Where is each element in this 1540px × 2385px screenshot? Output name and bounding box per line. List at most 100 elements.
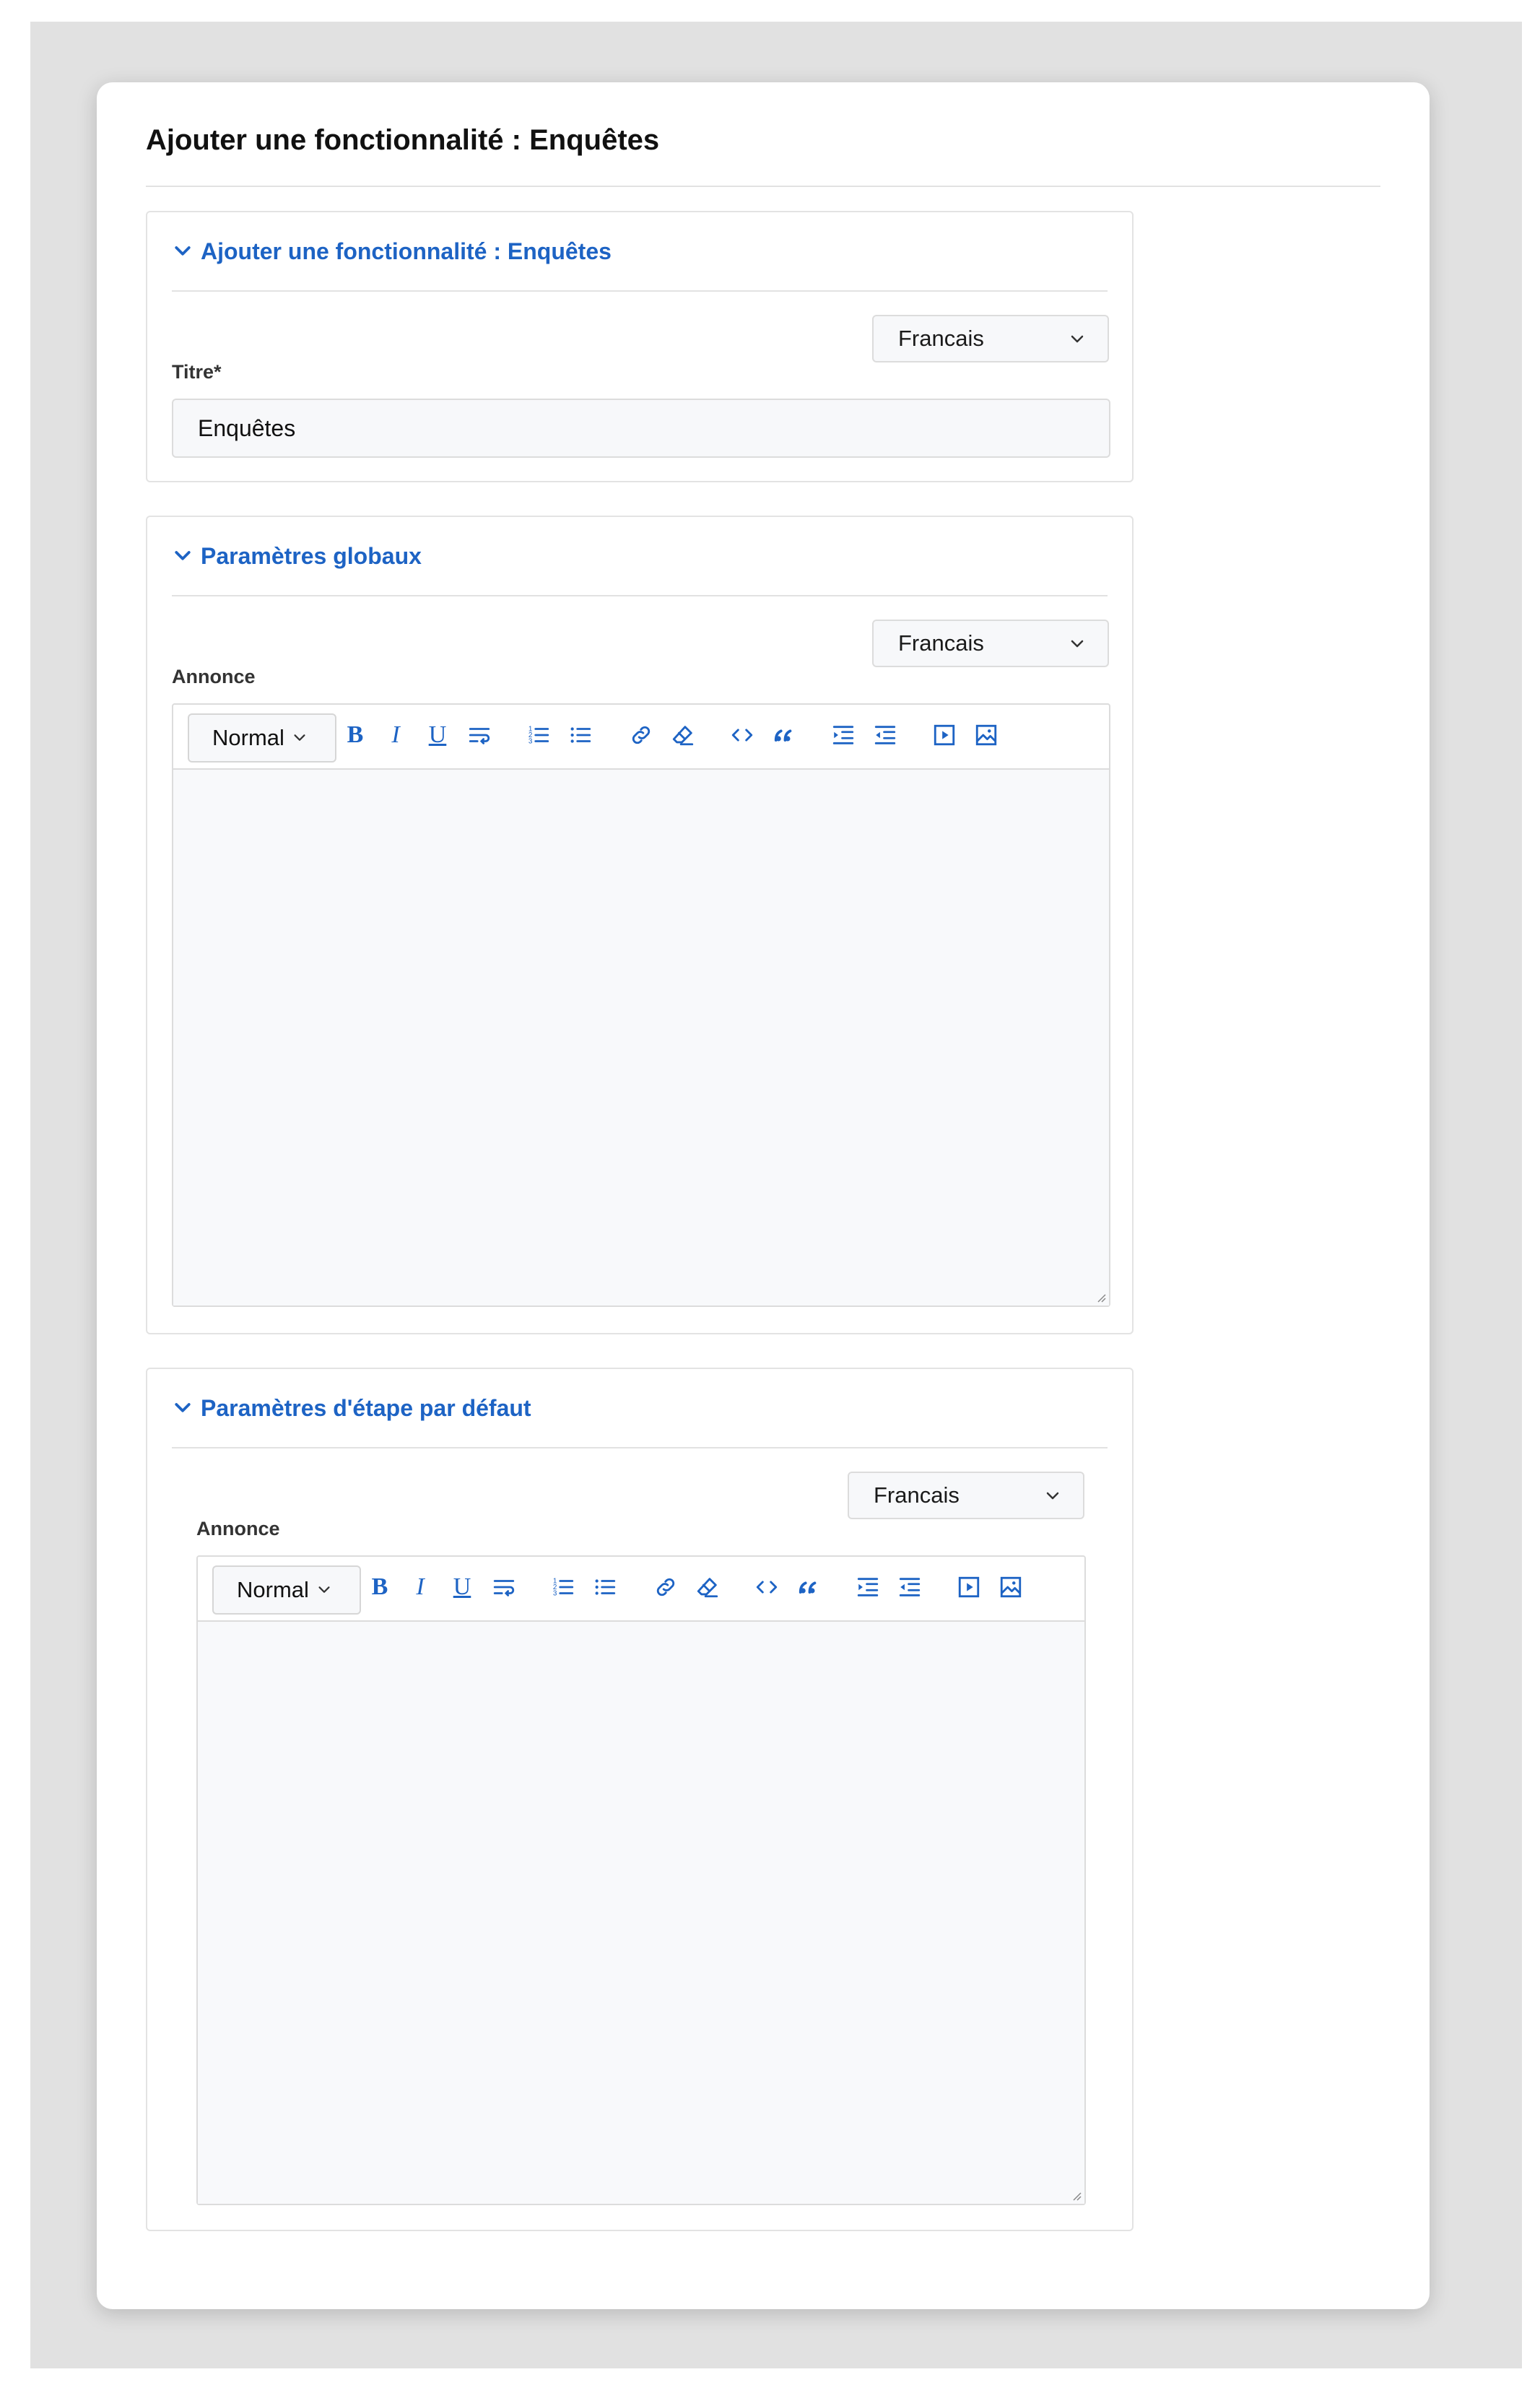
chevron-down-icon xyxy=(318,1586,330,1593)
underline-button[interactable]: U xyxy=(448,1573,477,1602)
outdent-button[interactable] xyxy=(895,1573,924,1602)
ordered-list-button[interactable]: 123 xyxy=(524,721,553,750)
italic-icon: I xyxy=(391,721,400,748)
indent-button[interactable] xyxy=(853,1573,882,1602)
italic-button[interactable]: I xyxy=(381,721,410,750)
bullet-list-icon xyxy=(595,1579,616,1595)
code-icon xyxy=(731,729,753,742)
clear-format-button[interactable] xyxy=(693,1573,722,1602)
bold-icon: B xyxy=(371,1573,388,1600)
blockquote-icon xyxy=(774,729,792,742)
blockquote-icon xyxy=(799,1581,817,1594)
strikethrough-wrap-button[interactable] xyxy=(465,721,494,750)
section-general-header[interactable]: Ajouter une fonctionnalité : Enquêtes xyxy=(172,212,1108,292)
language-select-value: Francais xyxy=(874,1482,960,1508)
language-select[interactable]: Francais xyxy=(872,315,1109,362)
outdent-icon xyxy=(899,1578,921,1596)
indent-button[interactable] xyxy=(829,721,858,750)
svg-text:3: 3 xyxy=(553,1589,557,1597)
announce-field-label: Annonce xyxy=(172,666,256,687)
clear-format-button[interactable] xyxy=(669,721,697,750)
ordered-list-button[interactable]: 123 xyxy=(549,1573,578,1602)
ordered-list-icon: 123 xyxy=(553,1577,574,1597)
language-select[interactable]: Francais xyxy=(848,1472,1084,1519)
format-select[interactable]: Normal xyxy=(212,1565,361,1615)
editor-toolbar: Normal B I U 1 2 3 xyxy=(198,1557,1084,1622)
link-button[interactable] xyxy=(651,1573,680,1602)
resize-grip-icon[interactable] xyxy=(1070,2189,1082,2201)
section-default-step-settings-title: Paramètres d'étape par défaut xyxy=(201,1394,531,1421)
italic-button[interactable]: I xyxy=(406,1573,435,1602)
italic-icon: I xyxy=(416,1573,425,1600)
chevron-down-icon xyxy=(175,1403,191,1412)
section-global-settings: Paramètres globaux Francais Annonce Norm… xyxy=(146,516,1134,1334)
format-select[interactable]: Normal xyxy=(188,713,336,763)
blockquote-button[interactable] xyxy=(794,1573,823,1602)
code-button[interactable] xyxy=(728,721,757,750)
strikethrough-wrap-button[interactable] xyxy=(490,1573,518,1602)
code-button[interactable] xyxy=(752,1573,781,1602)
image-button[interactable] xyxy=(996,1573,1025,1602)
link-icon xyxy=(632,726,651,744)
link-button[interactable] xyxy=(627,721,656,750)
underline-button[interactable]: U xyxy=(423,721,452,750)
resize-grip-icon[interactable] xyxy=(1095,1291,1106,1303)
bullet-list-icon xyxy=(570,727,591,743)
bold-icon: B xyxy=(347,721,364,748)
indent-icon xyxy=(857,1578,879,1596)
bullet-list-button[interactable] xyxy=(591,1573,619,1602)
underline-icon: U xyxy=(453,1573,471,1600)
section-default-step-settings: Paramètres d'étape par défaut Francais A… xyxy=(146,1368,1134,2231)
title-divider xyxy=(146,186,1380,187)
video-button[interactable] xyxy=(954,1573,983,1602)
editor-toolbar: Normal B I U 1 2 3 xyxy=(173,705,1109,770)
chevron-down-icon xyxy=(1071,640,1084,648)
video-icon xyxy=(934,724,955,746)
chevron-down-icon xyxy=(1046,1492,1059,1500)
announce-field-label: Annonce xyxy=(196,1518,280,1539)
page-title: Ajouter une fonctionnalité : Enquêtes xyxy=(146,124,660,156)
format-select-value: Normal xyxy=(212,725,284,750)
language-select-value: Francais xyxy=(898,630,984,656)
section-default-step-settings-header[interactable]: Paramètres d'étape par défaut xyxy=(172,1369,1108,1448)
chevron-down-icon xyxy=(175,551,191,560)
format-select-value: Normal xyxy=(237,1577,309,1602)
image-icon xyxy=(1000,1576,1022,1598)
editor-content-area[interactable] xyxy=(173,770,1109,1306)
outdent-icon xyxy=(874,726,896,744)
section-general: Ajouter une fonctionnalité : Enquêtes Fr… xyxy=(146,211,1134,482)
title-input-value: Enquêtes xyxy=(198,414,296,441)
title-input[interactable]: Enquêtes xyxy=(172,399,1110,458)
section-general-title: Ajouter une fonctionnalité : Enquêtes xyxy=(201,238,612,264)
announce-editor: Normal B I U 1 2 3 xyxy=(196,1555,1086,2205)
chevron-down-icon xyxy=(294,734,305,741)
underline-icon: U xyxy=(428,721,447,748)
language-select-value: Francais xyxy=(898,326,984,351)
image-icon xyxy=(975,724,997,746)
video-icon xyxy=(958,1576,980,1598)
code-icon xyxy=(756,1581,778,1594)
outdent-button[interactable] xyxy=(871,721,900,750)
image-button[interactable] xyxy=(972,721,1001,750)
clear-format-icon xyxy=(697,1578,718,1598)
bullet-list-button[interactable] xyxy=(566,721,595,750)
blockquote-button[interactable] xyxy=(770,721,799,750)
bold-button[interactable]: B xyxy=(341,721,370,750)
editor-content-area[interactable] xyxy=(198,1622,1084,2204)
title-field-label: Titre* xyxy=(172,361,222,383)
ordered-list-icon: 123 xyxy=(528,725,549,745)
language-select[interactable]: Francais xyxy=(872,620,1109,667)
page-background: Ajouter une fonctionnalité : Enquêtes Aj… xyxy=(30,22,1522,2368)
bold-button[interactable]: B xyxy=(365,1573,394,1602)
section-global-settings-header[interactable]: Paramètres globaux xyxy=(172,517,1108,596)
indent-icon xyxy=(832,726,854,744)
section-global-settings-title: Paramètres globaux xyxy=(201,542,422,569)
announce-editor: Normal B I U 1 2 3 xyxy=(172,703,1110,1307)
svg-text:3: 3 xyxy=(528,737,533,745)
link-icon xyxy=(656,1578,675,1596)
clear-format-icon xyxy=(672,726,694,746)
form-card: Ajouter une fonctionnalité : Enquêtes Aj… xyxy=(97,82,1430,2309)
chevron-down-icon xyxy=(175,246,191,256)
video-button[interactable] xyxy=(930,721,959,750)
strikethrough-wrap-icon xyxy=(493,1580,515,1596)
